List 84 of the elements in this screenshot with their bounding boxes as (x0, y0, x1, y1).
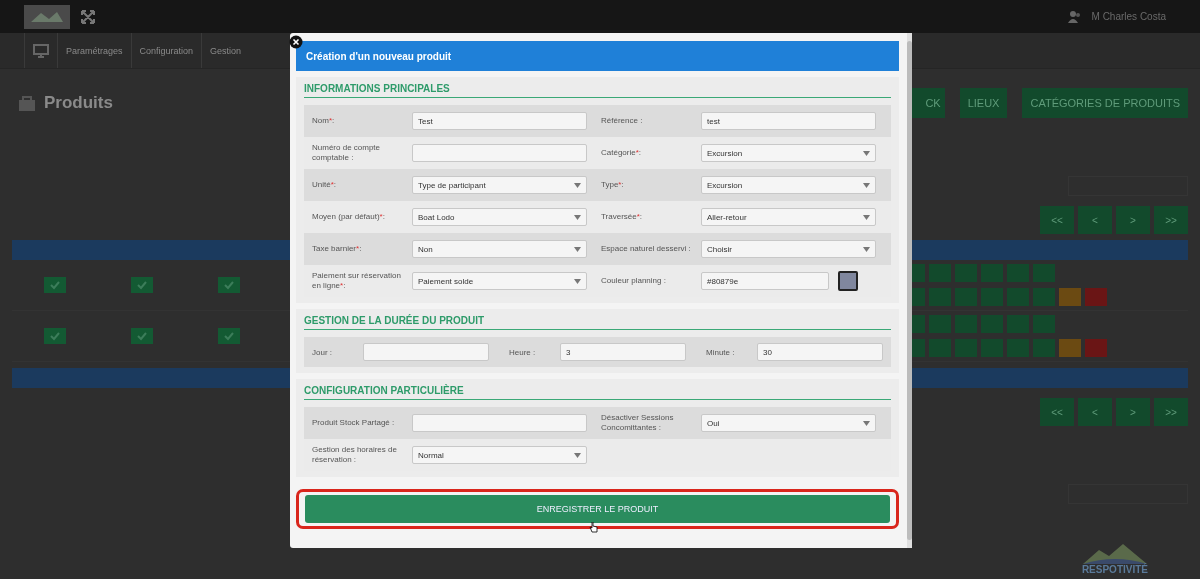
section-title: GESTION DE LA DURÉE DU PRODUIT (304, 315, 891, 330)
caret-icon (863, 182, 870, 188)
caret-icon (863, 420, 870, 426)
field-label: Gestion des horaires de réservation : (312, 445, 398, 465)
field-label: Espace naturel desservi : (601, 244, 692, 254)
header-button[interactable]: LIEUX (959, 88, 1008, 118)
monitor-icon[interactable] (33, 43, 49, 58)
caret-icon (574, 214, 581, 220)
field-label: Traversée*: (601, 212, 644, 222)
pagination-button[interactable]: > (1116, 206, 1150, 234)
select-field[interactable]: Choisir (701, 240, 876, 258)
field-label: Heure : (509, 347, 537, 357)
select-field[interactable]: Aller-retour (701, 208, 876, 226)
field-label: Désactiver Sessions Concomittantes : (601, 413, 675, 433)
field-label: Unité*: (312, 180, 338, 190)
input-field[interactable] (412, 144, 587, 162)
field-label: Taxe barnier*: (312, 244, 363, 254)
caret-icon (574, 246, 581, 252)
caret-icon (574, 278, 581, 284)
caret-icon (574, 452, 581, 458)
user-icon (1067, 10, 1082, 23)
check-icon (217, 328, 240, 344)
section-title: CONFIGURATION PARTICULIÈRE (304, 385, 891, 400)
input-field[interactable]: 3 (560, 343, 686, 361)
page-title: Produits (44, 93, 113, 113)
field-label: Jour : (312, 347, 333, 357)
header-button[interactable]: CATÉGORIES DE PRODUITS (1022, 88, 1188, 118)
field-label: Moyen (par défaut)*: (312, 212, 386, 222)
save-button[interactable]: ENREGISTRER LE PRODUIT (305, 495, 890, 523)
pagination-button[interactable]: > (1116, 398, 1150, 426)
user-name[interactable]: M Charles Costa (1091, 11, 1166, 22)
expand-icon[interactable] (80, 8, 96, 25)
nav-item[interactable]: Configuration (130, 33, 202, 68)
select-field[interactable]: Boat Lodo (412, 208, 587, 226)
scrollbar[interactable] (907, 33, 912, 548)
select-field[interactable]: Excursion (701, 176, 876, 194)
select-field[interactable]: Type de participant (412, 176, 587, 194)
field-label: Produit Stock Partagé : (312, 418, 396, 428)
input-field[interactable] (412, 414, 587, 432)
delete-button[interactable] (1085, 339, 1107, 357)
pagination-button[interactable]: < (1078, 206, 1112, 234)
field-label: Nom*: (312, 116, 336, 126)
field-label: Couleur planning : (601, 276, 667, 286)
caret-icon (574, 182, 581, 188)
brand-logo: RESPOTIVITÉ (1081, 544, 1148, 575)
pagination-button[interactable]: << (1040, 206, 1074, 234)
input-field[interactable]: test (701, 112, 876, 130)
check-icon (44, 277, 67, 293)
select-field[interactable]: Paiement solde (412, 272, 587, 290)
input-field[interactable]: #80879e (701, 272, 829, 290)
field-label: Type*: (601, 180, 625, 190)
delete-button[interactable] (1085, 288, 1107, 306)
section-title: INFORMATIONS PRINCIPALES (304, 83, 891, 98)
input-field[interactable]: 30 (757, 343, 883, 361)
pointer-cursor-icon (589, 522, 598, 533)
caret-icon (863, 150, 870, 156)
bag-icon (18, 95, 36, 111)
nav-item[interactable]: Gestion (201, 33, 250, 68)
color-swatch[interactable] (838, 271, 858, 291)
caret-icon (863, 214, 870, 220)
select-field[interactable]: Excursion (701, 144, 876, 162)
field-label: Catégorie*: (601, 148, 643, 158)
caret-icon (863, 246, 870, 252)
field-label: Numéro de compte comptable : (312, 143, 382, 163)
pagination-button[interactable]: << (1040, 398, 1074, 426)
field-label: Minute : (706, 347, 736, 357)
check-icon (131, 328, 153, 344)
select-field[interactable]: Normal (412, 446, 587, 464)
logo (24, 4, 70, 29)
check-icon (44, 328, 67, 344)
check-icon (217, 277, 240, 293)
select-field[interactable]: Non (412, 240, 587, 258)
pagination-button[interactable]: >> (1154, 206, 1188, 234)
nav-item[interactable]: Paramétrages (57, 33, 131, 68)
close-icon[interactable] (289, 35, 303, 49)
pagination-button[interactable]: < (1078, 398, 1112, 426)
field-label: Paiement sur réservation en ligne*: (312, 271, 402, 291)
select-field[interactable]: Oui (701, 414, 876, 432)
field-label: Référence : (601, 116, 644, 126)
modal-title: Création d'un nouveau produit (296, 41, 899, 71)
input-field[interactable]: Test (412, 112, 587, 130)
input-field[interactable] (363, 343, 489, 361)
pagination-button[interactable]: >> (1154, 398, 1188, 426)
check-icon (131, 277, 153, 293)
